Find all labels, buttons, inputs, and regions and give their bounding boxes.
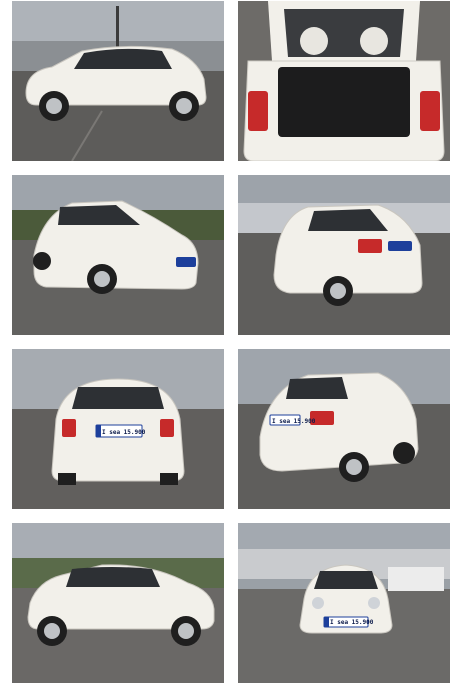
car-side-right-photo: [12, 523, 224, 683]
car-rear-right-photo: I sea 15.900: [238, 349, 450, 509]
gallery-photo-8[interactable]: I sea 15.900: [238, 523, 450, 683]
photo-gallery: I sea 15.900 I sea 15.900 I sea 15.900: [0, 0, 452, 683]
gallery-photo-4[interactable]: [238, 175, 450, 335]
gallery-photo-6[interactable]: I sea 15.900: [238, 349, 450, 509]
car-trunk-photo: [238, 1, 450, 161]
car-rear-quarter-photo: [238, 175, 450, 335]
gallery-photo-1[interactable]: [12, 1, 224, 161]
gallery-photo-7[interactable]: [12, 523, 224, 683]
license-plate-text: I sea 15.900: [330, 619, 374, 626]
license-plate-text: I sea 15.900: [272, 418, 316, 425]
car-front-quarter-photo: [12, 175, 224, 335]
car-front-photo: I sea 15.900: [238, 523, 450, 683]
license-plate-text: I sea 15.900: [102, 429, 146, 436]
gallery-photo-5[interactable]: I sea 15.900: [12, 349, 224, 509]
car-rear-photo: I sea 15.900: [12, 349, 224, 509]
gallery-photo-2[interactable]: [238, 1, 450, 161]
gallery-photo-3[interactable]: [12, 175, 224, 335]
car-side-photo: [12, 1, 224, 161]
